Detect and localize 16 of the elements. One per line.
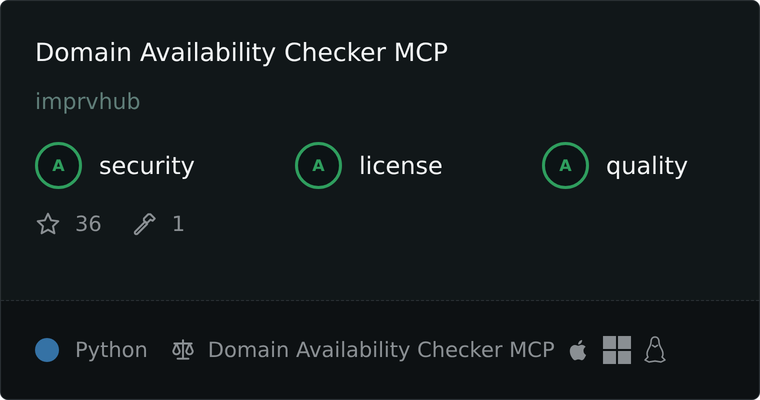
license-name: Domain Availability Checker MCP [208,338,555,362]
score-label: license [359,152,443,180]
grade-badge: A [295,142,342,189]
grade-badge: A [35,142,82,189]
grade-badge: A [542,142,589,189]
star-icon [35,211,61,237]
star-count: 36 [75,212,102,236]
server-title[interactable]: Domain Availability Checker MCP [35,37,725,69]
language-name: Python [75,338,148,362]
author-name[interactable]: imprvhub [35,89,725,117]
linux-icon [642,336,667,364]
score-label: quality [606,152,688,180]
tool-count: 1 [172,212,186,236]
hammer-icon [132,211,158,237]
windows-icon [602,336,631,364]
score-label: security [99,152,195,180]
